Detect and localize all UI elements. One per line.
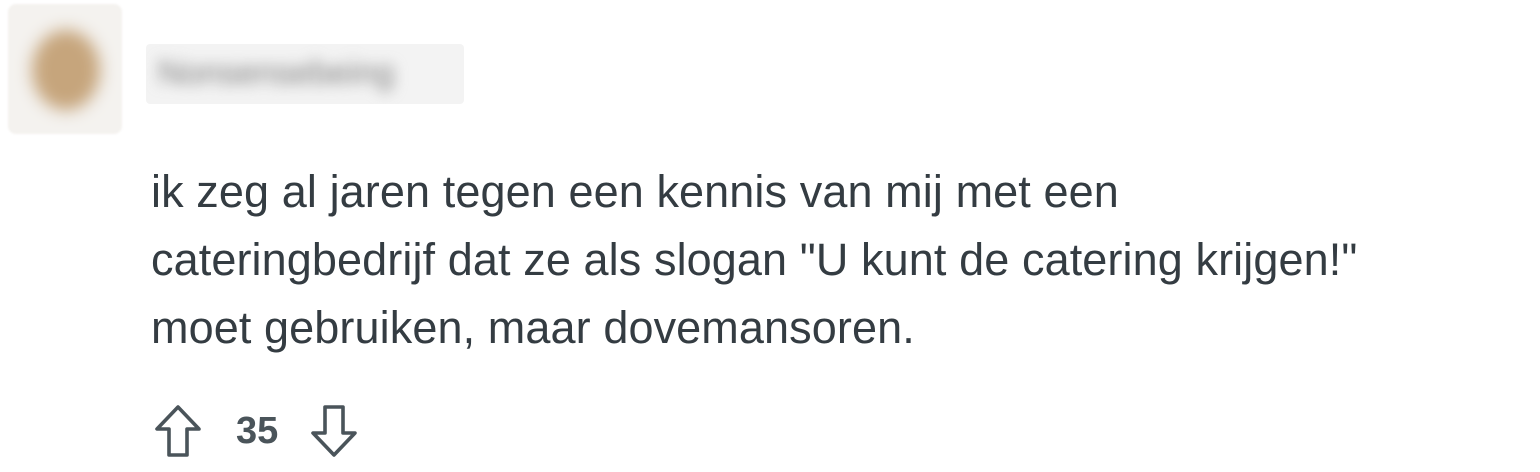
comment-line: cateringbedrijf dat ze als slogan "U kun… [151,234,1358,285]
vote-actions: 35 [150,402,362,460]
arrow-down-outline-icon [311,405,358,457]
username-link[interactable]: Nonsensebeing [146,44,464,104]
downvote-button[interactable] [306,402,362,460]
username-text: Nonsensebeing [158,54,395,92]
avatar[interactable] [8,4,122,134]
upvote-button[interactable] [150,402,206,460]
comment-body: ik zeg al jaren tegen een kennis van mij… [151,158,1536,362]
comment: Nonsensebeing ik zeg al jaren tegen een … [0,0,1540,472]
comment-line: ik zeg al jaren tegen een kennis van mij… [151,166,1119,217]
vote-score: 35 [236,410,279,452]
arrow-up-outline-icon [155,405,201,457]
avatar-image [32,30,100,110]
comment-line: moet gebruiken, maar dovemansoren. [151,302,915,353]
